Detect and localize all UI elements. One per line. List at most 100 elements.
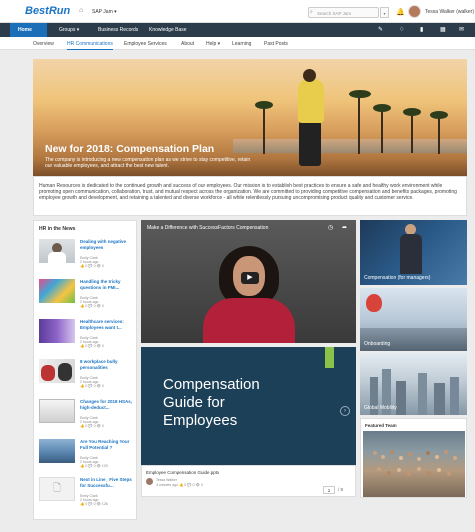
- tile-label[interactable]: Global Mobility: [364, 405, 397, 411]
- main-nav: Home Groups ▾ Business Records Knowledge…: [0, 23, 475, 37]
- sea-decoration: [233, 139, 467, 153]
- news-stats: 👍 0 💬 0 👁 0: [80, 264, 104, 268]
- team-member: [390, 450, 394, 454]
- search-scope-dropdown[interactable]: ▾: [380, 7, 389, 18]
- slide-title: Compensation Guide for Employees: [163, 376, 260, 429]
- list-item[interactable]: Healthcare services: Employees want t...…: [39, 319, 137, 355]
- runner-body: [298, 79, 324, 123]
- video-player[interactable]: ▶ Make a Difference with SuccessFactors …: [141, 220, 356, 343]
- notifications-icon[interactable]: 🔔: [396, 8, 405, 16]
- tile-label[interactable]: Onboarding: [364, 341, 390, 347]
- mission-statement: Human Resources is dedicated to the cont…: [33, 176, 467, 216]
- bookmark-icon[interactable]: ▮: [420, 26, 423, 33]
- document-name[interactable]: Employee Compensation Guide.pptx: [146, 470, 219, 475]
- tab-help[interactable]: Help ▾: [206, 41, 220, 47]
- tab-employee-services[interactable]: Employee Services: [124, 41, 167, 47]
- next-slide-button[interactable]: ›: [340, 406, 350, 416]
- palm-tree: [411, 111, 413, 153]
- news-thumbnail[interactable]: [39, 319, 75, 343]
- clock-icon[interactable]: ◷: [328, 224, 333, 231]
- palm-leaves: [255, 101, 273, 109]
- search-icon: ⌕: [310, 9, 313, 15]
- lightbulb-icon[interactable]: ♢: [399, 26, 404, 33]
- home-icon[interactable]: ⌂: [79, 7, 83, 14]
- palm-leaves: [349, 90, 371, 98]
- team-member: [453, 456, 457, 460]
- news-thumbnail[interactable]: [39, 399, 75, 423]
- nav-item-home[interactable]: Home: [18, 27, 32, 33]
- news-thumbnail[interactable]: [39, 279, 75, 303]
- news-headline[interactable]: Changes for 2018 HSAs, high-deduct...: [80, 399, 136, 410]
- calendar-icon[interactable]: ▦: [440, 26, 446, 33]
- tile-onboarding[interactable]: Onboarding: [360, 288, 467, 351]
- team-member: [397, 468, 401, 472]
- team-member: [427, 471, 431, 475]
- document-footer: Employee Compensation Guide.pptx Tessa W…: [141, 465, 356, 497]
- featured-team-widget: Featured Team: [360, 418, 467, 498]
- news-thumbnail[interactable]: [39, 439, 75, 463]
- create-icon[interactable]: ✎: [378, 26, 383, 33]
- group-subnav: Overview HR Communications Employee Serv…: [0, 37, 475, 50]
- tab-past-posts[interactable]: Past Posts: [264, 41, 288, 47]
- list-item[interactable]: 8 workplace bully personalities Emily Cl…: [39, 359, 137, 395]
- nav-item-groups[interactable]: Groups ▾: [59, 27, 79, 33]
- list-item[interactable]: Changes for 2018 HSAs, high-deduct... Em…: [39, 399, 137, 435]
- list-item[interactable]: Are You Reaching Your Full Potential ? E…: [39, 439, 137, 475]
- news-thumbnail[interactable]: [39, 239, 75, 263]
- news-headline[interactable]: Next in Line_ Five Steps for Successfu..…: [80, 477, 136, 488]
- news-headline[interactable]: Handling the tricky questions in FMI...: [80, 279, 136, 290]
- search-input[interactable]: Search SAP Jam: [308, 7, 379, 18]
- tab-overview[interactable]: Overview: [33, 41, 54, 47]
- news-thumbnail[interactable]: [39, 359, 75, 383]
- tab-about[interactable]: About: [181, 41, 194, 47]
- play-button[interactable]: ▶: [241, 272, 259, 284]
- document-icon[interactable]: 🗋: [39, 477, 75, 501]
- team-member: [417, 457, 421, 461]
- team-member: [447, 472, 451, 476]
- chat-icon[interactable]: ✉: [459, 26, 464, 33]
- palm-leaves: [430, 111, 448, 119]
- news-headline[interactable]: Dealing with negative employees: [80, 239, 136, 250]
- news-headline[interactable]: 8 workplace bully personalities: [80, 359, 136, 370]
- team-photo[interactable]: [363, 431, 465, 497]
- document-author[interactable]: Tessa Walker: [156, 478, 177, 482]
- hr-news-widget: HR in the News Dealing with negative emp…: [33, 220, 137, 520]
- person-image: [48, 252, 66, 263]
- news-stats: 👍 0 💬 0 👁 0: [80, 424, 104, 428]
- news-widget-title: HR in the News: [39, 226, 76, 232]
- page-number-input[interactable]: 1: [323, 486, 335, 494]
- building-image: [418, 373, 427, 415]
- runner-legs: [299, 121, 321, 166]
- author-avatar[interactable]: [146, 478, 153, 485]
- team-member: [381, 455, 385, 459]
- list-item[interactable]: Handling the tricky questions in FMI... …: [39, 279, 137, 315]
- tab-hr-communications[interactable]: HR Communications: [67, 41, 113, 50]
- tab-learning[interactable]: Learning: [232, 41, 251, 47]
- nav-item-business-records[interactable]: Business Records: [98, 27, 138, 33]
- news-stats: 👍 0 💬 0 👁 0: [80, 384, 104, 388]
- list-item[interactable]: Dealing with negative employees Emily Cl…: [39, 239, 137, 275]
- site-name[interactable]: SAP Jam ▾: [92, 9, 117, 15]
- user-name[interactable]: Tessa Walker (walker): [425, 9, 474, 15]
- news-stats: 👍 0 💬 0 👁 126: [80, 502, 108, 506]
- tile-compensation[interactable]: Compensation (for managers): [360, 220, 467, 285]
- tile-label[interactable]: Compensation (for managers): [364, 275, 430, 281]
- palm-leaves: [373, 104, 391, 112]
- share-icon[interactable]: ➦: [342, 224, 347, 231]
- news-headline[interactable]: Healthcare services: Employees want t...: [80, 319, 136, 330]
- runner-head: [303, 69, 316, 82]
- team-member: [435, 455, 439, 459]
- team-member: [417, 467, 421, 471]
- news-headline[interactable]: Are You Reaching Your Full Potential ?: [80, 439, 136, 450]
- document-stats: 3 minutes ago 👍 0 💬 0 👁 0: [156, 483, 203, 487]
- user-avatar[interactable]: [408, 5, 421, 18]
- balloon-icon: [366, 294, 382, 312]
- list-item[interactable]: 🗋 Next in Line_ Five Steps for Successfu…: [39, 477, 137, 513]
- team-member: [387, 471, 391, 475]
- palm-tree: [263, 104, 265, 154]
- presenter-body: [203, 298, 295, 343]
- tile-global-mobility[interactable]: Global Mobility: [360, 353, 467, 415]
- nav-item-knowledge-base[interactable]: Knowledge Base: [149, 27, 187, 33]
- video-title[interactable]: Make a Difference with SuccessFactors Co…: [147, 225, 268, 231]
- brand-logo[interactable]: BestRun: [25, 5, 70, 17]
